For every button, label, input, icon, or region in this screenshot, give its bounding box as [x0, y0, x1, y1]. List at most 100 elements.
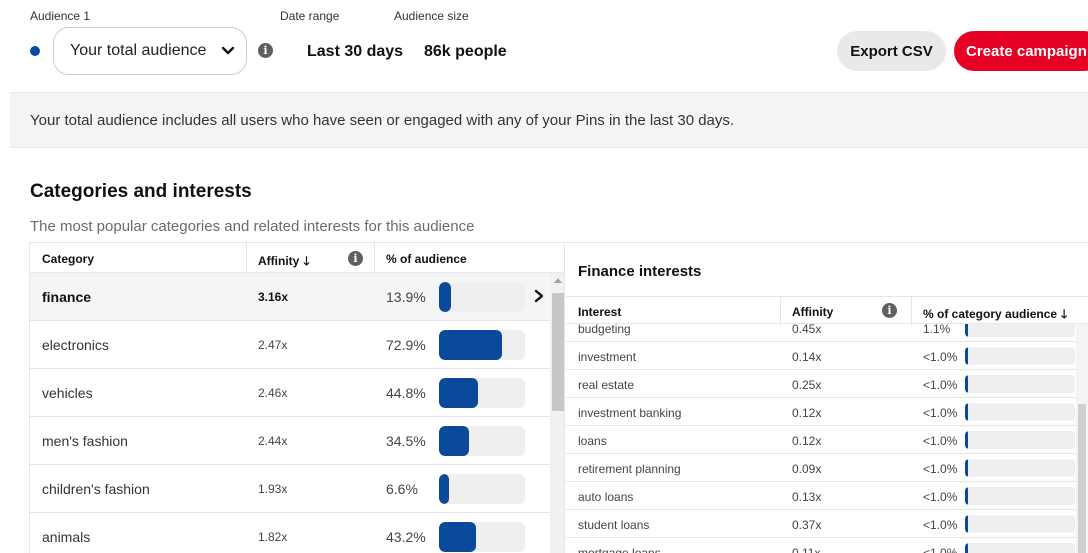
category-row[interactable]: men's fashion 2.44x 34.5%	[30, 417, 550, 465]
pct-bar-track	[439, 282, 525, 312]
audience-label: Audience 1	[30, 9, 91, 23]
categories-scrollbar[interactable]	[550, 273, 564, 553]
categories-table: Category Affinity 🡓 i % of audience finan…	[29, 242, 565, 553]
category-affinity: 2.44x	[258, 434, 288, 448]
info-icon[interactable]: i	[882, 303, 897, 318]
pct-bar-track	[965, 431, 1075, 449]
category-affinity: 2.46x	[258, 386, 288, 400]
interest-name: mortgage loans	[578, 546, 661, 553]
column-header-affinity[interactable]: Affinity 🡓	[258, 252, 310, 273]
interest-pct: <1.0%	[923, 546, 958, 553]
interest-pct: 1.1%	[923, 324, 951, 336]
column-header-category[interactable]: Category	[42, 252, 94, 266]
pct-bar-fill	[965, 459, 968, 477]
interest-pct: <1.0%	[923, 434, 958, 448]
category-pct: 6.6%	[386, 481, 418, 497]
pct-bar-track	[965, 487, 1075, 505]
pct-bar-fill	[439, 282, 451, 312]
pct-bar-track	[965, 515, 1075, 533]
audience-size-value: 86k people	[424, 43, 507, 60]
category-name: vehicles	[42, 385, 93, 401]
category-name: men's fashion	[42, 433, 128, 449]
interest-row[interactable]: retirement planning 0.09x <1.0%	[566, 454, 1076, 482]
chevron-right-icon[interactable]	[533, 289, 545, 303]
category-row[interactable]: finance 3.16x 13.9%	[30, 273, 550, 321]
category-row[interactable]: children's fashion 1.93x 6.6%	[30, 465, 550, 513]
export-csv-button[interactable]: Export CSV	[837, 31, 946, 71]
audience-color-dot	[30, 46, 40, 56]
category-pct: 34.5%	[386, 433, 426, 449]
category-row[interactable]: vehicles 2.46x 44.8%	[30, 369, 550, 417]
interest-affinity: 0.12x	[792, 434, 822, 448]
interest-row[interactable]: investment banking 0.12x <1.0%	[566, 398, 1076, 426]
pct-bar-track	[439, 330, 525, 360]
interests-panel: Finance interests Interest Affinity i % …	[566, 242, 1088, 553]
audience-select-value: Your total audience	[70, 42, 207, 59]
interest-pct: <1.0%	[923, 518, 958, 532]
create-campaign-button[interactable]: Create campaign	[954, 31, 1088, 71]
category-affinity: 1.93x	[258, 482, 288, 496]
interest-affinity: 0.14x	[792, 350, 822, 364]
category-row[interactable]: electronics 2.47x 72.9%	[30, 321, 550, 369]
interest-row[interactable]: loans 0.12x <1.0%	[566, 426, 1076, 454]
pct-bar-fill	[439, 522, 476, 552]
interest-name: budgeting	[578, 324, 631, 336]
interest-row[interactable]: auto loans 0.13x <1.0%	[566, 482, 1076, 510]
interest-name: real estate	[578, 378, 635, 392]
scrollbar-thumb[interactable]	[1078, 404, 1086, 553]
pct-bar-fill	[439, 426, 469, 456]
pct-bar-track	[965, 375, 1075, 393]
pct-bar-fill	[965, 347, 968, 365]
interest-row[interactable]: budgeting 0.45x 1.1%	[566, 324, 1076, 342]
sort-down-icon: 🡓	[1061, 307, 1068, 321]
column-header-affinity[interactable]: Affinity	[792, 305, 833, 319]
interest-pct: <1.0%	[923, 462, 958, 476]
categories-table-header: Category Affinity 🡓 i % of audience	[30, 243, 564, 273]
column-header-pct-audience[interactable]: % of audience	[386, 252, 467, 266]
scroll-up-icon[interactable]	[554, 278, 562, 283]
category-pct: 72.9%	[386, 337, 426, 353]
category-name: finance	[42, 289, 92, 305]
pct-bar-track	[439, 474, 525, 504]
pct-bar-track	[965, 543, 1075, 553]
pct-bar-fill	[965, 515, 968, 533]
pct-bar-fill	[439, 474, 449, 504]
column-header-interest[interactable]: Interest	[578, 305, 621, 319]
info-icon[interactable]: i	[258, 43, 273, 58]
date-range-value[interactable]: Last 30 days	[307, 43, 403, 61]
column-header-pct-category-audience[interactable]: % of category audience 🡓	[923, 305, 1067, 326]
interest-row[interactable]: real estate 0.25x <1.0%	[566, 370, 1076, 398]
column-header-pct-category-label: % of category audience	[923, 307, 1058, 321]
interest-name: auto loans	[578, 490, 634, 504]
category-affinity: 2.47x	[258, 338, 288, 352]
audience-description-banner: Your total audience includes all users w…	[10, 92, 1088, 148]
pct-bar-fill	[965, 375, 968, 393]
interest-row[interactable]: mortgage loans 0.11x <1.0%	[566, 538, 1076, 553]
interest-pct: <1.0%	[923, 350, 958, 364]
interest-affinity: 0.12x	[792, 406, 822, 420]
category-row[interactable]: animals 1.82x 43.2%	[30, 513, 550, 553]
interest-pct: <1.0%	[923, 406, 958, 420]
section-subtitle: The most popular categories and related …	[30, 218, 475, 235]
interests-title: Finance interests	[578, 263, 702, 280]
pct-bar-fill	[965, 543, 968, 553]
interest-row[interactable]: investment 0.14x <1.0%	[566, 342, 1076, 370]
pct-bar-fill	[965, 403, 968, 421]
interest-name: investment	[578, 350, 637, 364]
scrollbar-thumb[interactable]	[552, 293, 564, 411]
category-pct: 43.2%	[386, 529, 426, 545]
interest-name: student loans	[578, 518, 650, 532]
column-header-affinity-label: Affinity	[258, 254, 300, 268]
interest-row[interactable]: student loans 0.37x <1.0%	[566, 510, 1076, 538]
pct-bar-fill	[439, 330, 502, 360]
pct-bar-track	[965, 403, 1075, 421]
sort-down-icon: 🡓	[303, 254, 310, 268]
interests-table-header: Interest Affinity i % of category audien…	[566, 296, 1088, 326]
pct-bar-track	[965, 324, 1075, 337]
interests-scrollbar[interactable]	[1076, 324, 1088, 553]
audience-select[interactable]: Your total audience	[53, 27, 247, 75]
interest-name: loans	[578, 434, 607, 448]
pct-bar-fill	[965, 487, 968, 505]
category-affinity: 3.16x	[258, 290, 289, 304]
info-icon[interactable]: i	[348, 251, 363, 266]
